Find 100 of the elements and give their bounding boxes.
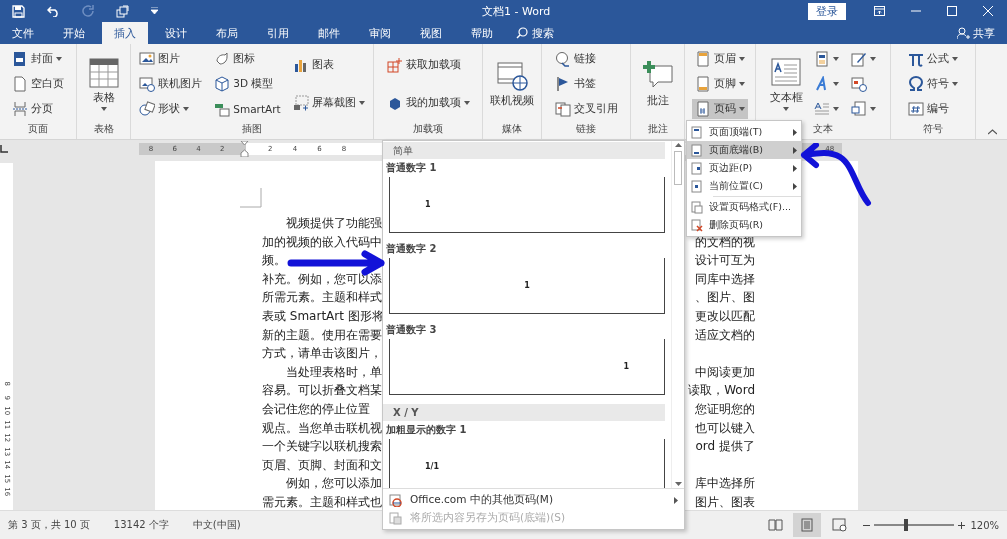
- document-text: 视频提供了功能强: [285, 215, 382, 232]
- ribbon-button[interactable]: 链接: [551, 48, 621, 69]
- document-text: 中阅读更加: [695, 363, 755, 381]
- ribbon-display-icon[interactable]: [874, 6, 885, 16]
- collapse-ribbon-icon[interactable]: [988, 129, 997, 135]
- ribbon-tab[interactable]: 文件: [0, 22, 46, 44]
- language[interactable]: 中文(中国): [192, 518, 241, 532]
- gallery-menu-item[interactable]: Office.com 中的其他页码(M): [383, 491, 684, 509]
- ribbon-button[interactable]: 形状: [136, 99, 206, 120]
- ribbon-button[interactable]: 空白页: [9, 74, 67, 94]
- ribbon-tab[interactable]: 引用: [255, 22, 301, 44]
- page-icon: [695, 50, 711, 67]
- zoom-in-icon[interactable]: [958, 521, 965, 529]
- ribbon-button[interactable]: 批注: [639, 58, 676, 110]
- ribbon-button[interactable]: 联机图片: [136, 74, 206, 94]
- ribbon-tab[interactable]: 插入: [102, 22, 148, 44]
- sign-in-button[interactable]: 登录: [808, 2, 846, 20]
- save-icon[interactable]: [12, 4, 25, 18]
- table-icon: [87, 57, 120, 89]
- ribbon-button[interactable]: 书签: [551, 74, 621, 94]
- ribbon-button[interactable]: 封面: [9, 48, 67, 69]
- ribbon-button[interactable]: 公式: [905, 48, 961, 69]
- ribbon-button[interactable]: 交叉引用: [551, 99, 621, 120]
- ribbon-tab[interactable]: 视图: [408, 22, 454, 44]
- cube-icon: [214, 76, 231, 92]
- web-layout-icon: [831, 518, 847, 532]
- undo-icon[interactable]: [47, 5, 60, 17]
- chart-icon: [292, 57, 309, 73]
- margin-corner-mark: [240, 188, 262, 208]
- ribbon-button[interactable]: 图表: [289, 55, 368, 75]
- pen-icon: [850, 50, 867, 67]
- gallery-item-label[interactable]: 普通数字 3: [383, 322, 440, 337]
- page-icon: [695, 76, 711, 92]
- tab-stop-icon[interactable]: [0, 145, 8, 153]
- picture-icon: [139, 76, 156, 92]
- scrollbar-thumb[interactable]: [674, 151, 682, 185]
- ribbon-tab[interactable]: 帮助: [459, 22, 505, 44]
- page-icon: [691, 125, 703, 139]
- ribbon-button[interactable]: 符号: [905, 74, 961, 94]
- group-label: 链接: [576, 122, 596, 136]
- ribbon-button[interactable]: SmartArt: [211, 99, 284, 120]
- ribbon-button[interactable]: 文本框: [767, 55, 805, 113]
- ribbon-button[interactable]: 图片: [136, 48, 206, 69]
- ribbon-button[interactable]: 图标: [211, 48, 284, 69]
- ribbon-tab[interactable]: 开始: [51, 22, 97, 44]
- object-icon: [850, 101, 867, 118]
- document-text: 同库中选择: [695, 270, 755, 288]
- document-text: 页眉、页脚、封面和文: [262, 456, 382, 474]
- gallery-item-label[interactable]: 普通数字 2: [383, 241, 440, 256]
- search-label[interactable]: 搜索: [532, 25, 554, 41]
- indent-marker[interactable]: [240, 141, 249, 157]
- page-number-preview[interactable]: 1: [389, 258, 665, 314]
- gallery-item-label[interactable]: 普通数字 1: [383, 160, 440, 175]
- ribbon-button[interactable]: 联机视频: [488, 58, 536, 110]
- ribbon-button[interactable]: 页码: [692, 99, 748, 120]
- ribbon-tab[interactable]: 邮件: [306, 22, 352, 44]
- ribbon-button[interactable]: 分页: [9, 99, 67, 120]
- page-number-preview[interactable]: 1: [389, 177, 665, 233]
- zoom-level[interactable]: 120%: [965, 519, 999, 531]
- zoom-slider-thumb[interactable]: [904, 519, 908, 531]
- ribbon-button[interactable]: 3D 模型: [211, 74, 284, 94]
- close-icon[interactable]: [983, 6, 993, 16]
- menu-item[interactable]: 删除页码(R): [687, 216, 801, 234]
- page-count[interactable]: 第 3 页，共 10 页: [8, 518, 90, 532]
- touch-mode-icon[interactable]: [116, 4, 129, 18]
- word-count[interactable]: 13142 个字: [113, 518, 169, 532]
- scroll-down-icon[interactable]: [674, 480, 682, 488]
- ribbon-button[interactable]: 页脚: [692, 74, 748, 94]
- ribbon-button[interactable]: 表格: [85, 55, 122, 113]
- read-mode-icon: [767, 518, 783, 532]
- window-title: 文档1 - Word: [481, 3, 552, 19]
- menu-item[interactable]: 设置页码格式(F)...: [687, 198, 801, 216]
- document-text: 观点。当您单击联机视: [262, 419, 382, 437]
- person-icon[interactable]: [957, 26, 970, 40]
- store-icon: [386, 57, 403, 73]
- maximize-icon[interactable]: [947, 6, 957, 16]
- menu-item[interactable]: 当前位置(C): [687, 177, 801, 195]
- search-icon[interactable]: [516, 27, 528, 39]
- ribbon-tab[interactable]: 审阅: [357, 22, 403, 44]
- menu-item[interactable]: 页面底端(B): [687, 141, 801, 159]
- smartart-icon: [214, 101, 231, 118]
- globe-page-icon: [389, 493, 402, 507]
- ribbon-tab[interactable]: 布局: [204, 22, 250, 44]
- document-text: 需元素。主题和样式也: [262, 493, 382, 510]
- ribbon-button[interactable]: 我的加载项: [383, 93, 473, 113]
- group-label: 插图: [242, 122, 262, 136]
- group-label: 表格: [93, 122, 114, 136]
- ribbon-tab[interactable]: 设计: [153, 22, 199, 44]
- share-label[interactable]: 共享: [973, 25, 995, 41]
- menu-item[interactable]: 页面顶端(T): [687, 123, 801, 141]
- document-text: 所需元素。主题和样式: [262, 289, 382, 307]
- gallery-item-label[interactable]: 加粗显示的数字 1: [383, 422, 470, 437]
- ribbon-button[interactable]: 页眉: [692, 48, 748, 69]
- ribbon-button[interactable]: 屏幕截图: [289, 93, 368, 113]
- customize-caret-icon[interactable]: [151, 7, 158, 15]
- ribbon-button[interactable]: 编号: [905, 99, 961, 120]
- menu-item[interactable]: 页边距(P): [687, 159, 801, 177]
- ribbon-button[interactable]: 获取加载项: [383, 55, 473, 75]
- page-number-preview[interactable]: 1: [389, 339, 665, 395]
- cross-reference-icon: [554, 101, 571, 118]
